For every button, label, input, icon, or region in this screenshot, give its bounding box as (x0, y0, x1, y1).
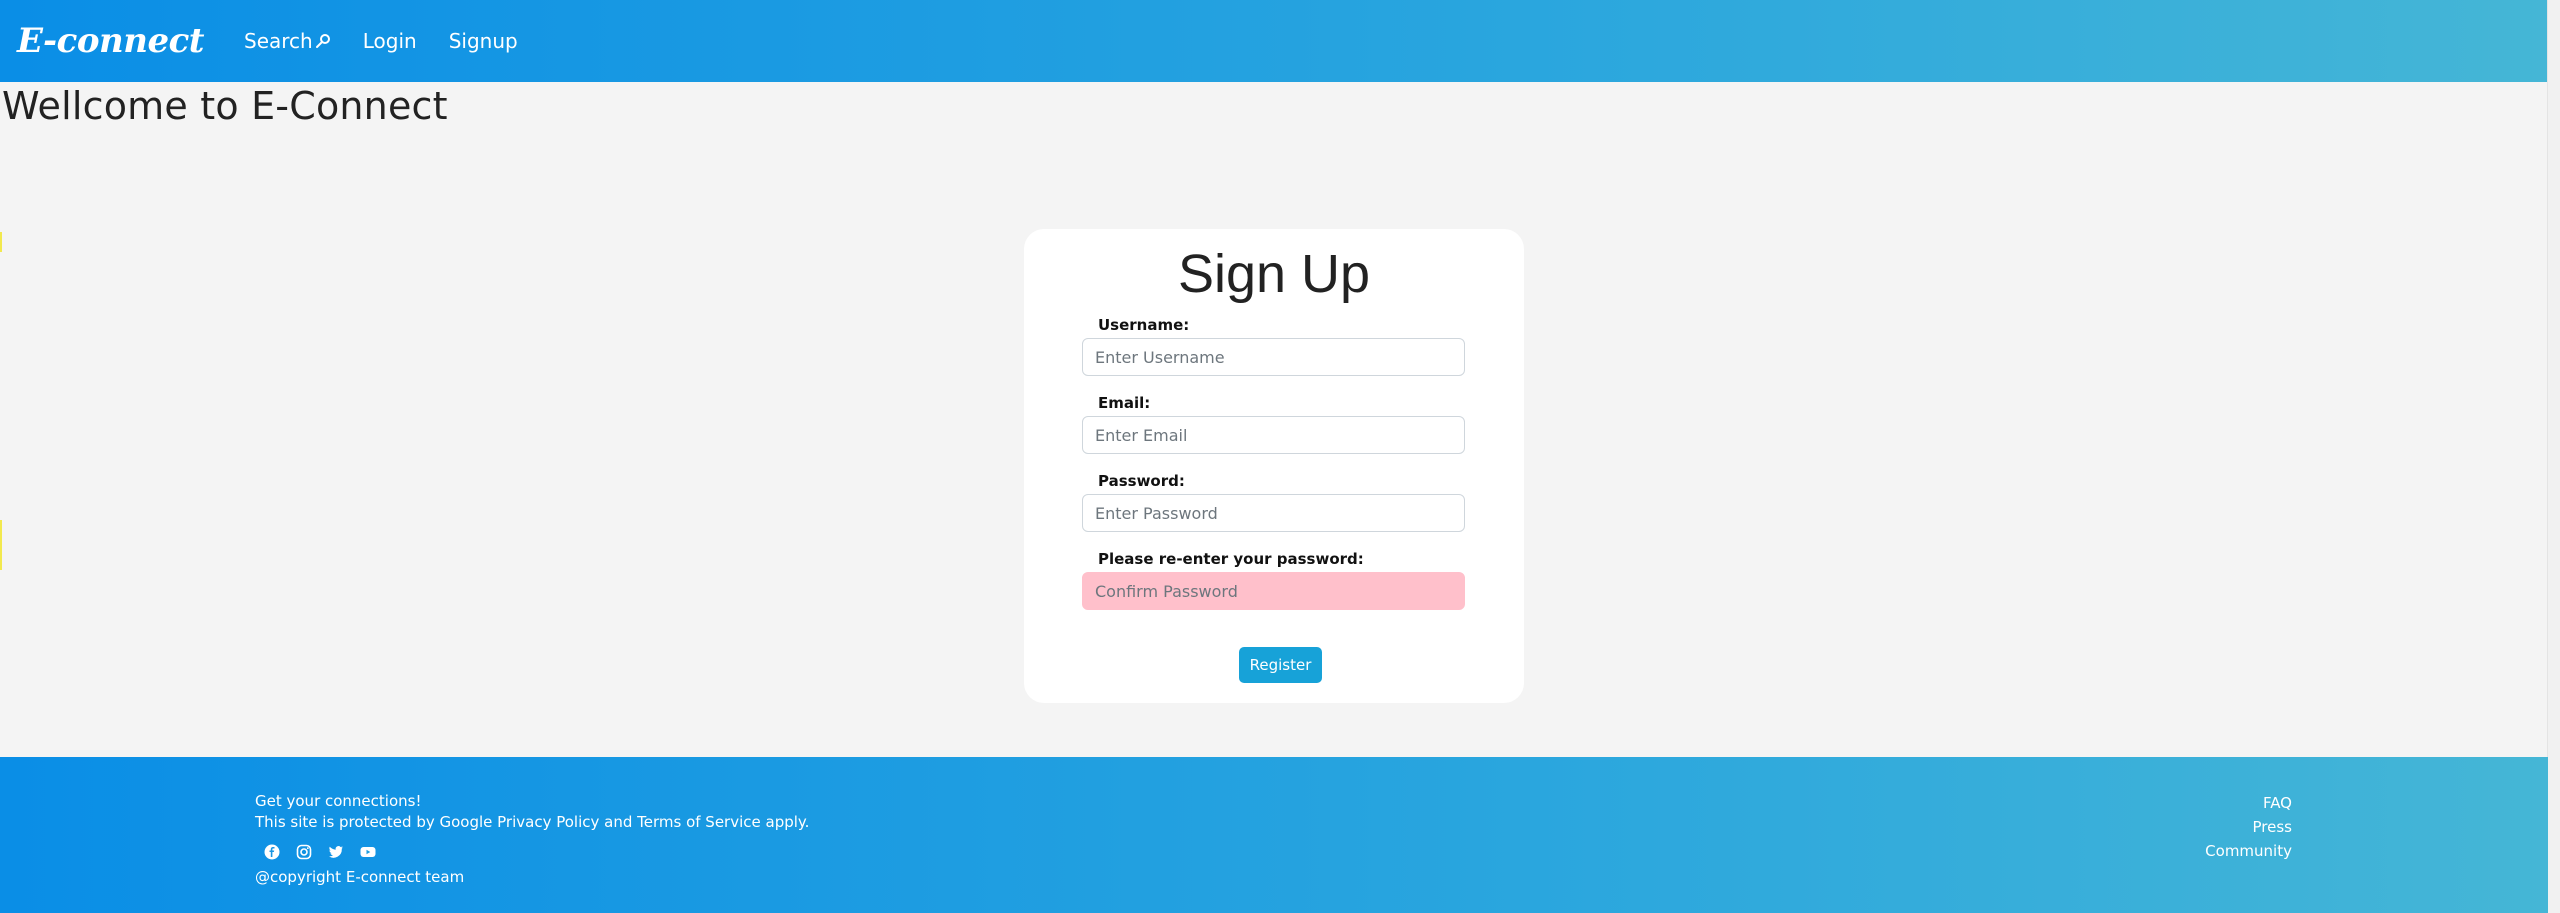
brand-logo[interactable]: E-connect (17, 21, 205, 61)
confirm-password-label: Please re-enter your password: (1098, 550, 1364, 568)
email-input[interactable] (1082, 416, 1465, 454)
email-label: Email: (1098, 394, 1151, 412)
instagram-icon[interactable] (295, 843, 313, 861)
footer-info: Get your connections! This site is prote… (255, 791, 809, 888)
footer-links: FAQ Press Community (2205, 791, 2292, 863)
nav-search-label: Search (244, 29, 313, 53)
footer-copyright: @copyright E-connect team (255, 868, 465, 886)
username-input[interactable] (1082, 338, 1465, 376)
footer-notice: This site is protected by Google Privacy… (255, 813, 810, 831)
username-label: Username: (1098, 316, 1190, 334)
register-button[interactable]: Register (1239, 647, 1322, 683)
twitter-icon[interactable] (327, 843, 345, 861)
signup-form: Sign Up Username: Email: Password: Pleas… (1024, 229, 1524, 703)
page-title: Wellcome to E-Connect (2, 84, 448, 128)
confirm-password-input[interactable] (1082, 572, 1465, 610)
search-icon (315, 34, 330, 48)
nav-login-link[interactable]: Login (363, 29, 417, 53)
nav-signup-link[interactable]: Signup (449, 29, 518, 53)
social-links (263, 843, 809, 861)
footer-tagline: Get your connections! (255, 792, 422, 810)
site-footer: Get your connections! This site is prote… (0, 757, 2548, 913)
top-navbar: E-connect Search Login Signup (0, 0, 2548, 82)
edge-marker (0, 232, 2, 252)
password-label: Password: (1098, 472, 1185, 490)
page-scrollbar[interactable] (2547, 0, 2560, 913)
footer-link-press[interactable]: Press (2205, 815, 2292, 839)
footer-link-faq[interactable]: FAQ (2205, 791, 2292, 815)
password-input[interactable] (1082, 494, 1465, 532)
nav-search-link[interactable]: Search (244, 29, 331, 53)
signup-title: Sign Up (1177, 244, 1371, 304)
youtube-icon[interactable] (359, 843, 377, 861)
facebook-icon[interactable] (263, 843, 281, 861)
footer-link-community[interactable]: Community (2205, 839, 2292, 863)
edge-marker (0, 520, 2, 570)
